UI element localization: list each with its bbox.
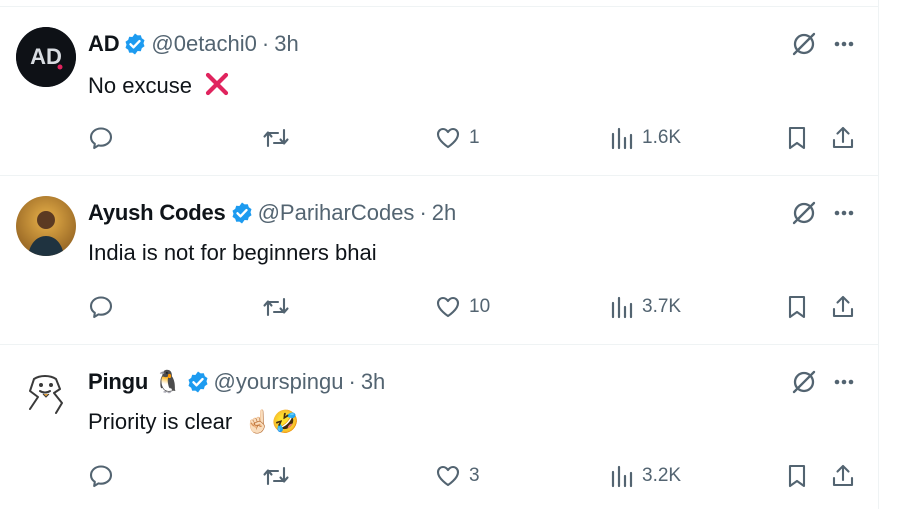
reply-button[interactable] [88,461,122,491]
grok-icon[interactable] [789,367,819,397]
share-button[interactable] [830,461,856,491]
verified-badge-icon [186,370,210,394]
more-icon[interactable] [829,367,859,397]
retweet-button[interactable] [261,123,299,153]
tweet-text-content: Priority is clear [88,409,233,434]
display-name[interactable]: AD [88,31,120,57]
views-icon [610,294,634,320]
reply-button[interactable] [88,123,122,153]
bookmark-button[interactable] [784,461,810,491]
views-button[interactable]: 3.2K [610,461,681,491]
avatar-drawing-image [16,365,76,425]
more-icon[interactable] [829,29,859,59]
tweet-header: Pingu 🐧 @yourspingu · 3h [88,367,385,397]
like-count: 10 [469,296,491,317]
views-icon [610,125,634,151]
penguin-emoji: 🐧 [154,369,182,394]
like-icon [435,294,461,320]
timeline: AD AD @0etachi0 · 3h No excuse 1 1.6K Ay… [0,0,879,509]
bookmark-icon [784,125,810,151]
bookmark-button[interactable] [784,123,810,153]
retweet-icon [261,463,291,489]
share-button[interactable] [830,292,856,322]
action-bar: 10 3.7K [0,292,879,322]
bookmark-button[interactable] [784,292,810,322]
like-icon [435,125,461,151]
avatar[interactable]: AD [16,27,76,87]
like-button[interactable]: 10 [435,292,490,322]
separator-dot: · [261,31,270,56]
tweet-header: Ayush Codes @PariharCodes · 2h [88,198,456,228]
avatar-photo-image [16,196,76,256]
retweet-icon [261,294,291,320]
user-handle[interactable]: @0etachi0 [151,31,257,57]
views-button[interactable]: 3.7K [610,292,681,322]
like-button[interactable]: 1 [435,123,480,153]
timestamp[interactable]: 2h [432,200,456,226]
right-sidebar-edge [880,0,905,509]
share-icon [830,294,856,320]
reply-button[interactable] [88,292,122,322]
tweet-text-content: No excuse [88,73,192,98]
views-count: 3.7K [642,296,682,317]
retweet-icon [261,125,291,151]
separator-dot: · [419,200,427,225]
views-icon [610,463,634,489]
retweet-button[interactable] [261,292,299,322]
user-handle[interactable]: @yourspingu [214,369,344,395]
tweet-text: India is not for beginners bhai [88,240,377,266]
action-bar: 3 3.2K [0,461,879,491]
display-name[interactable]: Ayush Codes [88,200,226,226]
share-icon [830,125,856,151]
more-icon[interactable] [829,198,859,228]
tweet-emoji: ☝🏻🤣 [244,409,300,434]
tweet-text: No excuse [88,71,230,103]
avatar[interactable] [16,196,76,256]
verified-badge-icon [123,32,147,56]
display-name[interactable]: Pingu [88,369,148,395]
bookmark-icon [784,294,810,320]
tweet-1[interactable]: AD AD @0etachi0 · 3h No excuse 1 1.6K [0,7,879,176]
tweet-text-content: India is not for beginners bhai [88,240,377,265]
user-handle[interactable]: @PariharCodes [258,200,415,226]
verified-badge-icon [230,201,254,225]
like-icon [435,463,461,489]
avatar-label: AD [30,44,62,69]
tweet-text: Priority is clear ☝🏻🤣 [88,409,299,435]
bookmark-icon [784,463,810,489]
avatar-ad-image: AD [16,27,76,87]
reply-icon [88,125,114,151]
like-button[interactable]: 3 [435,461,480,491]
reply-icon [88,294,114,320]
avatar[interactable] [16,365,76,425]
action-bar: 1 1.6K [0,123,879,153]
tweet-header: AD @0etachi0 · 3h [88,29,299,59]
cross-mark-icon [204,71,230,103]
grok-icon[interactable] [789,29,819,59]
timestamp[interactable]: 3h [361,369,385,395]
views-count: 1.6K [642,127,682,148]
reply-icon [88,463,114,489]
like-count: 1 [469,127,480,148]
like-count: 3 [469,465,480,486]
share-icon [830,463,856,489]
share-button[interactable] [830,123,856,153]
views-button[interactable]: 1.6K [610,123,681,153]
tweet-2[interactable]: Ayush Codes @PariharCodes · 2h India is … [0,176,879,345]
retweet-button[interactable] [261,461,299,491]
tweet-3[interactable]: Pingu 🐧 @yourspingu · 3h Priority is cle… [0,345,879,514]
timestamp[interactable]: 3h [274,31,298,57]
views-count: 3.2K [642,465,682,486]
grok-icon[interactable] [789,198,819,228]
separator-dot: · [348,369,356,394]
